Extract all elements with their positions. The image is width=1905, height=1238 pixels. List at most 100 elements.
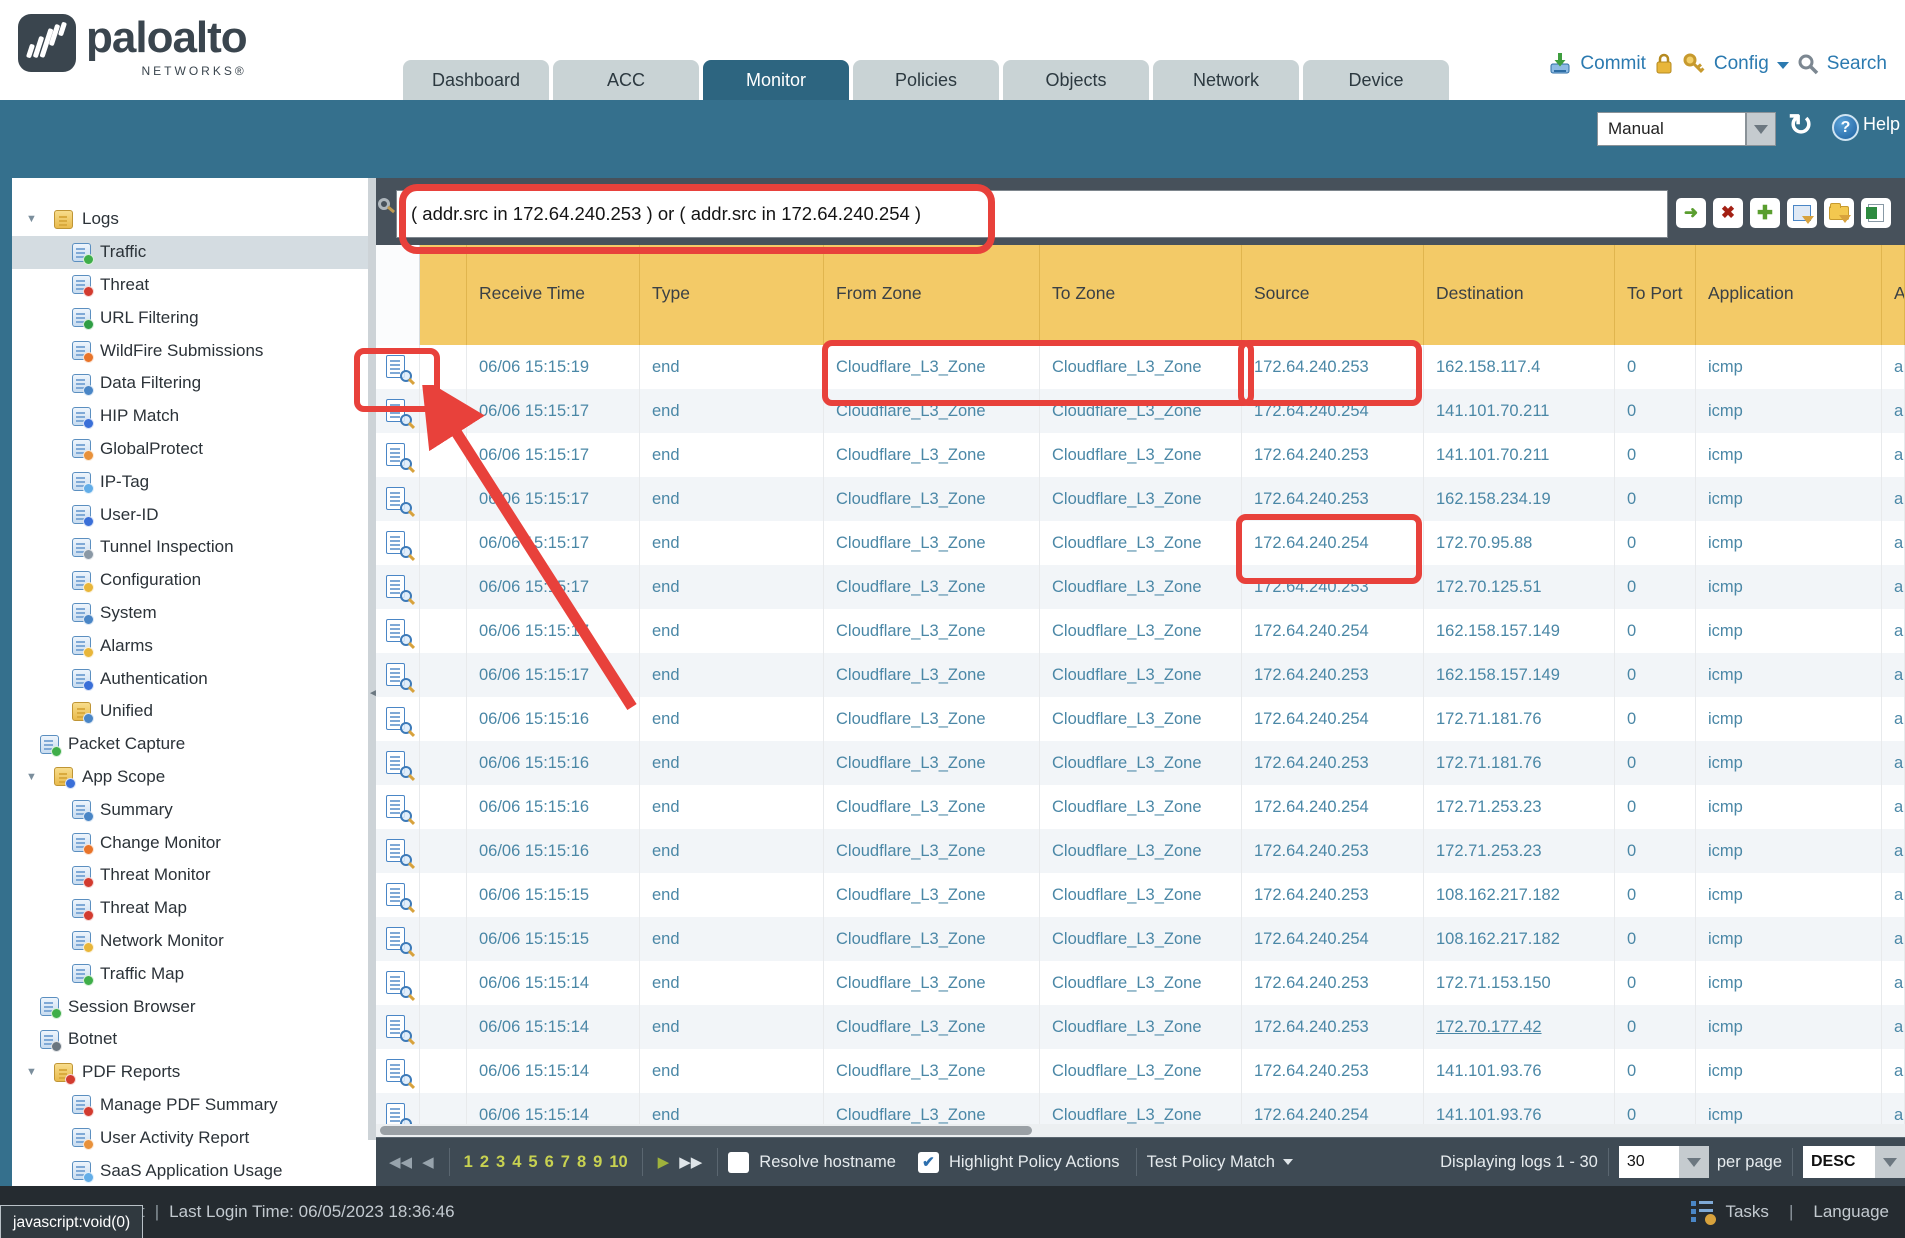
- sidebar-item-user-activity-report[interactable]: User Activity Report: [12, 1121, 368, 1154]
- sidebar-item-threat-map[interactable]: Threat Map: [12, 892, 368, 925]
- cell-source[interactable]: 172.64.240.253: [1242, 829, 1424, 873]
- cell-destination[interactable]: 141.101.70.211: [1424, 433, 1615, 477]
- cell-to-zone[interactable]: Cloudflare_L3_Zone: [1040, 653, 1242, 697]
- cell-source[interactable]: 172.64.240.254: [1242, 521, 1424, 565]
- cell-destination[interactable]: 172.71.253.23: [1424, 785, 1615, 829]
- cell-from-zone[interactable]: Cloudflare_L3_Zone: [824, 741, 1040, 785]
- cell-application[interactable]: icmp: [1696, 389, 1882, 433]
- tab-dashboard[interactable]: Dashboard: [403, 60, 549, 100]
- column-header-to-port[interactable]: To Port: [1615, 245, 1696, 345]
- cell-to-port[interactable]: 0: [1615, 785, 1696, 829]
- help-icon[interactable]: ?: [1832, 114, 1859, 141]
- cell-to-zone[interactable]: Cloudflare_L3_Zone: [1040, 433, 1242, 477]
- tab-network[interactable]: Network: [1153, 60, 1299, 100]
- cell-type[interactable]: end: [640, 521, 824, 565]
- cell-receive-time[interactable]: 06/06 15:15:16: [467, 785, 640, 829]
- log-detail-icon[interactable]: [386, 487, 409, 512]
- column-header-col1[interactable]: [420, 245, 467, 345]
- log-detail-icon[interactable]: [386, 619, 409, 644]
- sidebar-item-manage-pdf-summary[interactable]: Manage PDF Summary: [12, 1089, 368, 1122]
- cell-destination[interactable]: 172.71.253.23: [1424, 829, 1615, 873]
- cell-application[interactable]: icmp: [1696, 1005, 1882, 1049]
- config-menu[interactable]: Config: [1714, 53, 1769, 75]
- cell-to-port[interactable]: 0: [1615, 1049, 1696, 1093]
- cell-from-zone[interactable]: Cloudflare_L3_Zone: [824, 1049, 1040, 1093]
- cell-type[interactable]: end: [640, 961, 824, 1005]
- commit-button[interactable]: Commit: [1580, 53, 1645, 75]
- cell-application[interactable]: icmp: [1696, 345, 1882, 389]
- log-detail-icon[interactable]: [386, 575, 409, 600]
- cell-source[interactable]: 172.64.240.253: [1242, 653, 1424, 697]
- log-detail-icon[interactable]: [386, 707, 409, 732]
- tab-monitor[interactable]: Monitor: [703, 60, 849, 100]
- tasks-icon[interactable]: [1691, 1201, 1715, 1223]
- cell-receive-time[interactable]: 06/06 15:15:14: [467, 961, 640, 1005]
- sidebar-item-saas-application-usage[interactable]: SaaS Application Usage: [12, 1154, 368, 1186]
- cell-application[interactable]: icmp: [1696, 653, 1882, 697]
- column-header-type[interactable]: Type: [640, 245, 824, 345]
- page-number-6[interactable]: 6: [545, 1153, 554, 1172]
- cell-to-zone[interactable]: Cloudflare_L3_Zone: [1040, 917, 1242, 961]
- refresh-mode-select[interactable]: Manual: [1597, 112, 1746, 146]
- cell-to-port[interactable]: 0: [1615, 697, 1696, 741]
- cell-action[interactable]: al: [1882, 521, 1905, 565]
- cell-from-zone[interactable]: Cloudflare_L3_Zone: [824, 697, 1040, 741]
- cell-action[interactable]: al: [1882, 433, 1905, 477]
- language-button[interactable]: Language: [1813, 1202, 1889, 1222]
- page-number-4[interactable]: 4: [512, 1153, 521, 1172]
- cell-destination[interactable]: 141.101.70.211: [1424, 389, 1615, 433]
- cell-destination[interactable]: 172.71.153.150: [1424, 961, 1615, 1005]
- prev-page-button[interactable]: ◀: [417, 1153, 439, 1171]
- column-header-receive-time[interactable]: Receive Time: [467, 245, 640, 345]
- export-csv-button[interactable]: [1861, 198, 1891, 228]
- tab-acc[interactable]: ACC: [553, 60, 699, 100]
- cell-receive-time[interactable]: 06/06 15:15:17: [467, 653, 640, 697]
- log-detail-icon[interactable]: [386, 883, 409, 908]
- cell-application[interactable]: icmp: [1696, 917, 1882, 961]
- cell-type[interactable]: end: [640, 785, 824, 829]
- cell-source[interactable]: 172.64.240.253: [1242, 477, 1424, 521]
- cell-type[interactable]: end: [640, 345, 824, 389]
- page-number-2[interactable]: 2: [480, 1153, 489, 1172]
- cell-to-zone[interactable]: Cloudflare_L3_Zone: [1040, 829, 1242, 873]
- cell-from-zone[interactable]: Cloudflare_L3_Zone: [824, 961, 1040, 1005]
- column-header-destination[interactable]: Destination: [1424, 245, 1615, 345]
- commit-icon[interactable]: [1548, 52, 1572, 76]
- cell-type[interactable]: end: [640, 1049, 824, 1093]
- cell-action[interactable]: al: [1882, 389, 1905, 433]
- tab-policies[interactable]: Policies: [853, 60, 999, 100]
- cell-action[interactable]: al: [1882, 653, 1905, 697]
- cell-application[interactable]: icmp: [1696, 697, 1882, 741]
- sidebar-item-threat-monitor[interactable]: Threat Monitor: [12, 859, 368, 892]
- cell-action[interactable]: al: [1882, 477, 1905, 521]
- cell-receive-time[interactable]: 06/06 15:15:16: [467, 829, 640, 873]
- cell-application[interactable]: icmp: [1696, 521, 1882, 565]
- cell-destination[interactable]: 172.71.181.76: [1424, 697, 1615, 741]
- search-button[interactable]: Search: [1827, 53, 1887, 75]
- cell-action[interactable]: al: [1882, 1049, 1905, 1093]
- cell-type[interactable]: end: [640, 741, 824, 785]
- log-detail-icon[interactable]: [386, 531, 409, 556]
- column-header-col0[interactable]: [376, 245, 420, 345]
- log-detail-icon[interactable]: [386, 663, 409, 688]
- cell-destination[interactable]: 162.158.234.19: [1424, 477, 1615, 521]
- sort-order-select[interactable]: DESC: [1803, 1146, 1875, 1178]
- cell-from-zone[interactable]: Cloudflare_L3_Zone: [824, 477, 1040, 521]
- cell-type[interactable]: end: [640, 917, 824, 961]
- cell-from-zone[interactable]: Cloudflare_L3_Zone: [824, 829, 1040, 873]
- cell-action[interactable]: al: [1882, 829, 1905, 873]
- test-policy-match-button[interactable]: Test Policy Match: [1147, 1153, 1293, 1172]
- cell-to-port[interactable]: 0: [1615, 917, 1696, 961]
- cell-source[interactable]: 172.64.240.253: [1242, 873, 1424, 917]
- cell-receive-time[interactable]: 06/06 15:15:16: [467, 697, 640, 741]
- cell-receive-time[interactable]: 06/06 15:15:17: [467, 521, 640, 565]
- cell-from-zone[interactable]: Cloudflare_L3_Zone: [824, 917, 1040, 961]
- cell-type[interactable]: end: [640, 829, 824, 873]
- lock-icon[interactable]: [1654, 52, 1674, 76]
- cell-to-zone[interactable]: Cloudflare_L3_Zone: [1040, 1049, 1242, 1093]
- page-number-10[interactable]: 10: [609, 1153, 627, 1172]
- tasks-button[interactable]: Tasks: [1725, 1202, 1768, 1222]
- add-filter-button[interactable]: ✚: [1750, 198, 1780, 228]
- cell-to-port[interactable]: 0: [1615, 609, 1696, 653]
- cell-from-zone[interactable]: Cloudflare_L3_Zone: [824, 565, 1040, 609]
